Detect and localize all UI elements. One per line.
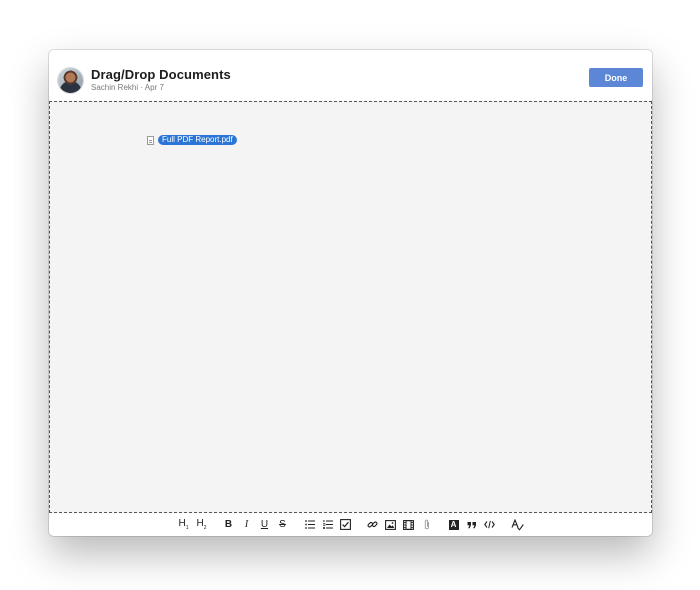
drop-zone[interactable]: Full PDF Report.pdf — [49, 101, 652, 513]
editor-window: Drag/Drop Documents Sachin Rekhi · Apr 7… — [49, 50, 652, 536]
numbered-list-icon[interactable] — [322, 518, 333, 531]
heading-1-button[interactable]: H1 — [178, 518, 189, 531]
image-icon[interactable] — [385, 518, 396, 531]
underline-button[interactable]: U — [259, 518, 270, 531]
code-icon[interactable] — [484, 518, 495, 531]
strikethrough-button[interactable]: S — [277, 518, 288, 531]
document-title: Drag/Drop Documents — [91, 67, 231, 82]
done-button[interactable]: Done — [589, 68, 643, 87]
formatting-toolbar: H1 H2 B I U S A — [49, 513, 652, 536]
link-icon[interactable] — [367, 518, 378, 531]
bullet-list-icon[interactable] — [304, 518, 315, 531]
film-icon[interactable] — [403, 518, 414, 531]
document-meta: Sachin Rekhi · Apr 7 — [91, 83, 164, 92]
checkbox-icon[interactable] — [340, 518, 351, 531]
attachment-filename: Full PDF Report.pdf — [158, 135, 237, 145]
heading-2-button[interactable]: H2 — [196, 518, 207, 531]
dragged-attachment[interactable]: Full PDF Report.pdf — [147, 135, 237, 145]
document-header: Drag/Drop Documents Sachin Rekhi · Apr 7… — [49, 50, 652, 101]
italic-button[interactable]: I — [241, 518, 252, 531]
author-avatar — [58, 68, 83, 93]
file-icon — [147, 135, 154, 145]
paperclip-icon[interactable] — [421, 518, 432, 531]
text-highlight-button[interactable]: A — [448, 518, 459, 531]
quote-icon[interactable] — [466, 518, 477, 531]
spellcheck-icon[interactable] — [511, 518, 524, 531]
bold-button[interactable]: B — [223, 518, 234, 531]
